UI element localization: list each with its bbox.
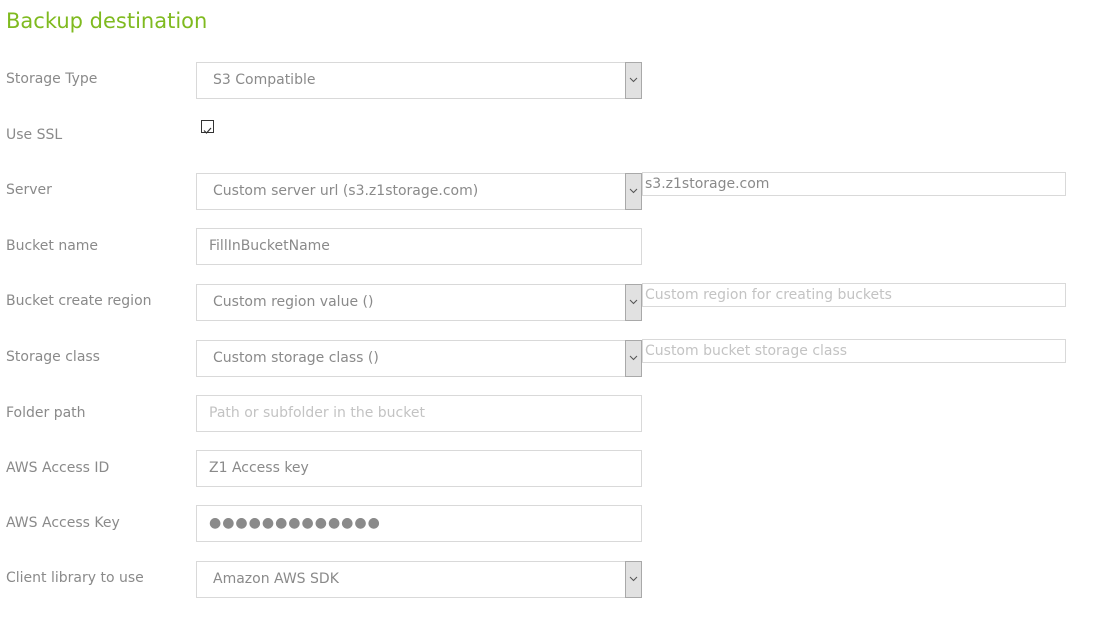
custom-server-url-input[interactable]: s3.z1storage.com bbox=[642, 172, 1066, 196]
chevron-down-icon bbox=[629, 299, 638, 305]
folder-path-placeholder: Path or subfolder in the bucket bbox=[209, 405, 425, 421]
client-library-select[interactable]: Amazon AWS SDK bbox=[196, 561, 642, 598]
use-ssl-checkbox[interactable] bbox=[201, 120, 214, 134]
use-ssl-label: Use SSL bbox=[6, 127, 63, 143]
access-id-label: AWS Access ID bbox=[6, 460, 110, 476]
chevron-down-icon bbox=[629, 188, 638, 194]
access-id-value: Z1 Access key bbox=[209, 460, 309, 476]
server-dropdown-button[interactable] bbox=[625, 173, 642, 210]
bucket-name-value: FillInBucketName bbox=[209, 238, 330, 254]
storage-type-select[interactable]: S3 Compatible bbox=[196, 62, 642, 99]
chevron-down-icon bbox=[629, 576, 638, 582]
client-library-value: Amazon AWS SDK bbox=[213, 571, 339, 587]
storage-class-dropdown-button[interactable] bbox=[625, 340, 642, 377]
bucket-region-label: Bucket create region bbox=[6, 293, 152, 309]
bucket-name-label: Bucket name bbox=[6, 238, 99, 254]
access-key-label: AWS Access Key bbox=[6, 515, 120, 531]
custom-region-input[interactable]: Custom region for creating buckets bbox=[642, 283, 1066, 307]
bucket-region-value: Custom region value () bbox=[213, 294, 374, 310]
storage-type-label: Storage Type bbox=[6, 71, 98, 87]
access-id-input[interactable]: Z1 Access key bbox=[196, 450, 642, 487]
server-select[interactable]: Custom server url (s3.z1storage.com) bbox=[196, 173, 642, 210]
access-key-input[interactable]: ●●●●●●●●●●●●● bbox=[196, 505, 642, 542]
storage-type-dropdown-button[interactable] bbox=[625, 62, 642, 99]
page-title: Backup destination bbox=[6, 9, 208, 33]
bucket-region-dropdown-button[interactable] bbox=[625, 284, 642, 321]
server-value: Custom server url (s3.z1storage.com) bbox=[213, 183, 479, 199]
custom-storage-class-input[interactable]: Custom bucket storage class bbox=[642, 339, 1066, 363]
client-library-label: Client library to use bbox=[6, 570, 144, 586]
custom-storage-class-placeholder: Custom bucket storage class bbox=[645, 343, 848, 359]
chevron-down-icon bbox=[629, 77, 638, 83]
chevron-down-icon bbox=[629, 355, 638, 361]
storage-class-select[interactable]: Custom storage class () bbox=[196, 340, 642, 377]
bucket-name-input[interactable]: FillInBucketName bbox=[196, 228, 642, 265]
bucket-region-select[interactable]: Custom region value () bbox=[196, 284, 642, 321]
custom-region-placeholder: Custom region for creating buckets bbox=[645, 287, 892, 303]
checkmark-icon bbox=[203, 127, 212, 134]
folder-path-label: Folder path bbox=[6, 405, 86, 421]
server-label: Server bbox=[6, 182, 52, 198]
storage-type-value: S3 Compatible bbox=[213, 72, 316, 88]
storage-class-label: Storage class bbox=[6, 349, 100, 365]
folder-path-input[interactable]: Path or subfolder in the bucket bbox=[196, 395, 642, 432]
client-library-dropdown-button[interactable] bbox=[625, 561, 642, 598]
storage-class-value: Custom storage class () bbox=[213, 350, 379, 366]
access-key-masked-value: ●●●●●●●●●●●●● bbox=[209, 515, 381, 531]
custom-server-url-value: s3.z1storage.com bbox=[645, 176, 770, 192]
